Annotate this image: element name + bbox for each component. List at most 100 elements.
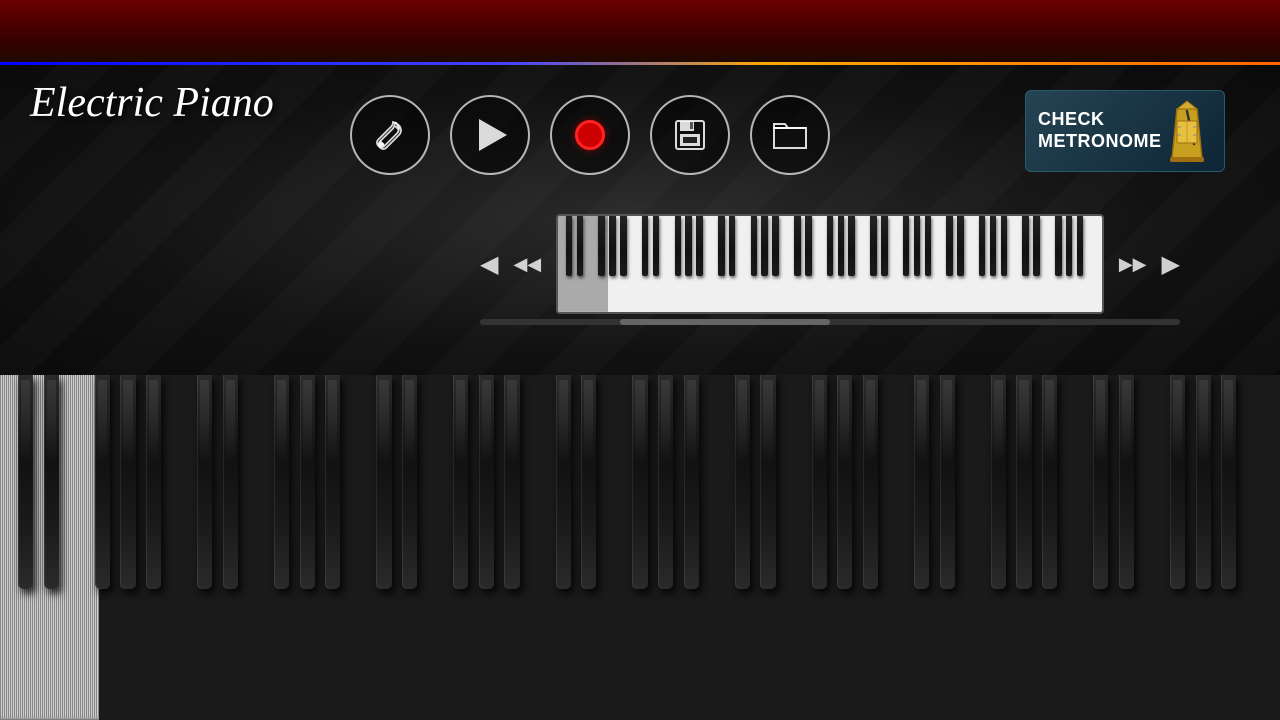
folder-icon: [772, 118, 808, 152]
mini-black-key[interactable]: [675, 216, 682, 276]
controls-row: [350, 95, 830, 175]
black-key[interactable]: [479, 375, 494, 589]
mini-black-key[interactable]: [838, 216, 845, 276]
mini-black-key[interactable]: [1055, 216, 1062, 276]
mini-keyboard-section: ◀ ◀◀ ▶▶ ▶: [480, 214, 1180, 325]
wrench-icon: [372, 117, 408, 153]
black-key[interactable]: [1042, 375, 1057, 589]
mini-white-key[interactable]: [607, 216, 608, 312]
black-key[interactable]: [1119, 375, 1134, 589]
metronome-icon: [1162, 99, 1212, 164]
mini-black-key[interactable]: [566, 216, 573, 276]
settings-button[interactable]: [350, 95, 430, 175]
mini-black-key[interactable]: [946, 216, 953, 276]
mini-black-key[interactable]: [696, 216, 703, 276]
app-logo: Electric Piano: [30, 80, 274, 126]
mini-black-key[interactable]: [1077, 216, 1084, 276]
black-key[interactable]: [632, 375, 647, 589]
black-key[interactable]: [1016, 375, 1031, 589]
black-key[interactable]: [658, 375, 673, 589]
black-key[interactable]: [223, 375, 238, 589]
scroll-right-button[interactable]: ▶▶: [1119, 254, 1147, 275]
black-key[interactable]: [18, 375, 33, 589]
mini-keyboard[interactable]: [556, 214, 1104, 314]
mini-black-key[interactable]: [772, 216, 779, 276]
black-key[interactable]: [300, 375, 315, 589]
piano-area[interactable]: [0, 375, 1280, 720]
mini-black-key[interactable]: [881, 216, 888, 276]
top-bar: [0, 0, 1280, 65]
play-button[interactable]: [450, 95, 530, 175]
mini-black-key[interactable]: [1033, 216, 1040, 276]
large-keyboard[interactable]: [0, 375, 1280, 720]
mini-black-key[interactable]: [827, 216, 834, 276]
black-key[interactable]: [1221, 375, 1236, 589]
black-key[interactable]: [812, 375, 827, 589]
black-key[interactable]: [914, 375, 929, 589]
check-metronome-button[interactable]: CHECK METRONOME: [1025, 90, 1225, 172]
save-button[interactable]: [650, 95, 730, 175]
mini-black-key[interactable]: [642, 216, 649, 276]
mini-black-key[interactable]: [914, 216, 921, 276]
mini-black-key[interactable]: [609, 216, 616, 276]
save-icon: [673, 118, 707, 152]
mini-black-key[interactable]: [685, 216, 692, 276]
record-button[interactable]: [550, 95, 630, 175]
black-key[interactable]: [44, 375, 59, 589]
open-folder-button[interactable]: [750, 95, 830, 175]
black-key[interactable]: [453, 375, 468, 589]
black-key[interactable]: [120, 375, 135, 589]
mini-keyboard-scrollbar[interactable]: [480, 319, 1180, 325]
mini-black-key[interactable]: [1001, 216, 1008, 276]
mini-black-key[interactable]: [805, 216, 812, 276]
black-key[interactable]: [95, 375, 110, 589]
mini-black-key[interactable]: [729, 216, 736, 276]
mini-black-key[interactable]: [848, 216, 855, 276]
play-icon: [479, 119, 507, 151]
mini-black-key[interactable]: [577, 216, 584, 276]
app-title: Electric Piano: [30, 80, 274, 126]
black-key[interactable]: [402, 375, 417, 589]
black-key[interactable]: [325, 375, 340, 589]
black-key[interactable]: [376, 375, 391, 589]
record-icon: [575, 120, 605, 150]
mini-black-key[interactable]: [653, 216, 660, 276]
black-key[interactable]: [504, 375, 519, 589]
mini-scrollbar-thumb[interactable]: [620, 319, 830, 325]
mini-black-key[interactable]: [903, 216, 910, 276]
black-key[interactable]: [1170, 375, 1185, 589]
mini-black-key[interactable]: [957, 216, 964, 276]
mini-black-key[interactable]: [718, 216, 725, 276]
mini-black-key[interactable]: [761, 216, 768, 276]
black-key[interactable]: [581, 375, 596, 589]
mini-black-key[interactable]: [870, 216, 877, 276]
mini-black-key[interactable]: [751, 216, 758, 276]
scroll-right-fast-button[interactable]: ▶: [1162, 250, 1180, 279]
black-key[interactable]: [197, 375, 212, 589]
black-key[interactable]: [940, 375, 955, 589]
black-key[interactable]: [735, 375, 750, 589]
black-key[interactable]: [760, 375, 775, 589]
black-key[interactable]: [274, 375, 289, 589]
black-key[interactable]: [684, 375, 699, 589]
metronome-label: CHECK METRONOME: [1038, 109, 1162, 152]
scroll-left-fast-button[interactable]: ◀: [480, 250, 498, 279]
mini-black-key[interactable]: [620, 216, 627, 276]
black-key[interactable]: [991, 375, 1006, 589]
mini-black-key[interactable]: [598, 216, 605, 276]
mini-black-key[interactable]: [979, 216, 986, 276]
scroll-left-button[interactable]: ◀◀: [513, 254, 541, 275]
black-key[interactable]: [837, 375, 852, 589]
mini-black-key[interactable]: [794, 216, 801, 276]
black-key[interactable]: [556, 375, 571, 589]
mini-black-key[interactable]: [925, 216, 932, 276]
black-key[interactable]: [1093, 375, 1108, 589]
mini-black-key[interactable]: [1066, 216, 1073, 276]
black-key[interactable]: [146, 375, 161, 589]
mini-black-key[interactable]: [990, 216, 997, 276]
black-key[interactable]: [863, 375, 878, 589]
black-key[interactable]: [1196, 375, 1211, 589]
mini-black-key[interactable]: [1022, 216, 1029, 276]
main-panel: Electric Piano: [0, 65, 1280, 375]
mini-keyboard-scroll-row: ◀ ◀◀ ▶▶ ▶: [480, 214, 1180, 314]
